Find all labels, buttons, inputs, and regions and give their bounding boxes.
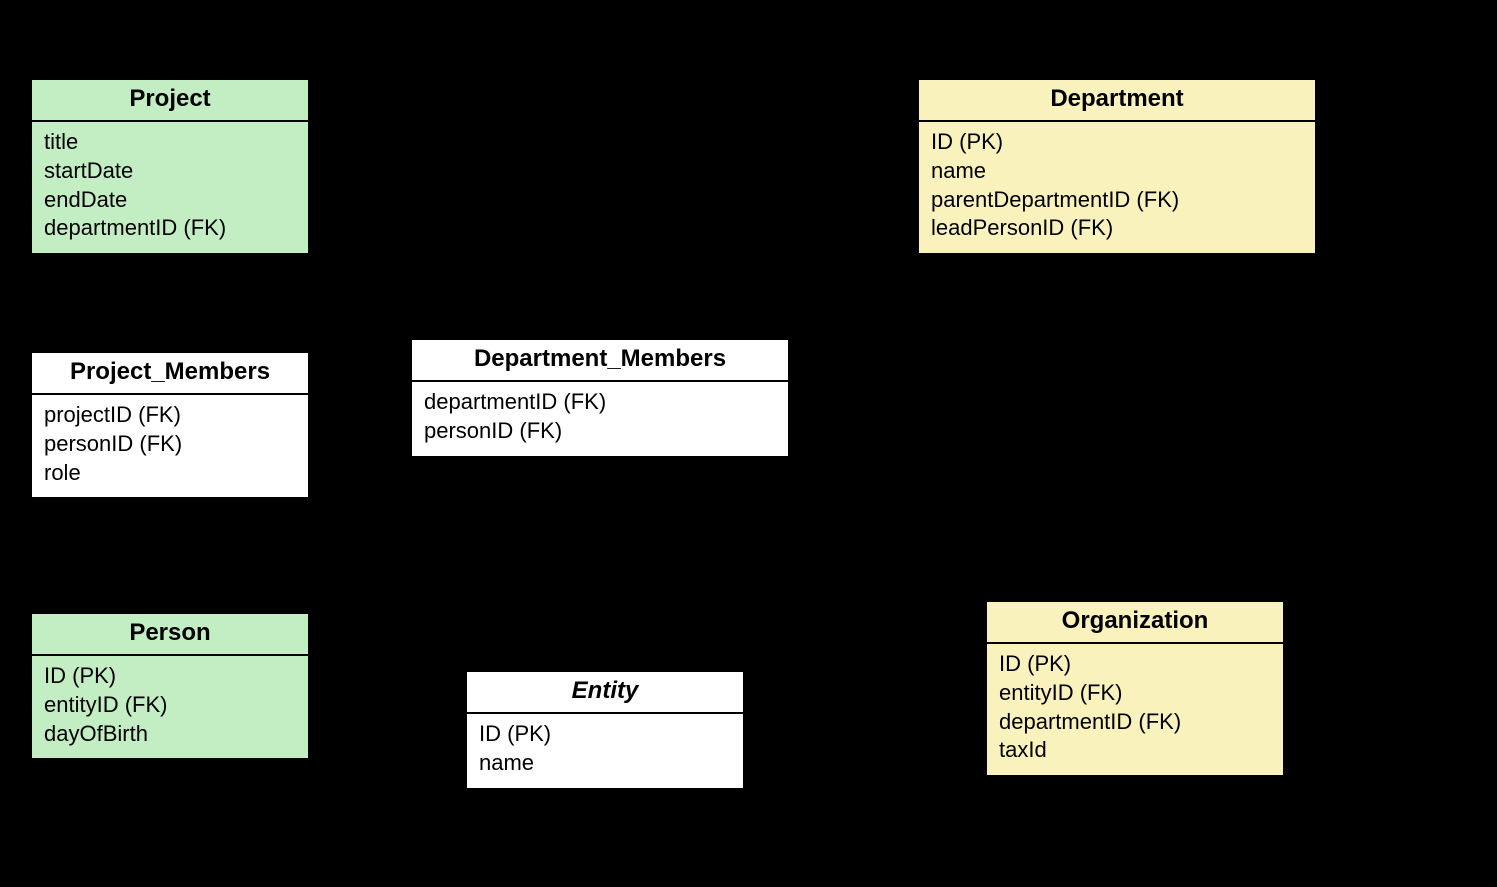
attr: name	[479, 749, 731, 778]
entity-department-title: Department	[919, 80, 1315, 122]
attr: projectID (FK)	[44, 401, 296, 430]
attr: dayOfBirth	[44, 720, 296, 749]
entity-project-members-title: Project_Members	[32, 353, 308, 395]
entity-person-title: Person	[32, 614, 308, 656]
attr: ID (PK)	[931, 128, 1303, 157]
er-diagram-canvas: Project title startDate endDate departme…	[0, 0, 1497, 887]
attr: ID (PK)	[44, 662, 296, 691]
attr: entityID (FK)	[999, 679, 1271, 708]
entity-entity-title: Entity	[467, 672, 743, 714]
entity-project-body: title startDate endDate departmentID (FK…	[32, 122, 308, 252]
attr: startDate	[44, 157, 296, 186]
entity-project-members: Project_Members projectID (FK) personID …	[30, 351, 310, 499]
attr: entityID (FK)	[44, 691, 296, 720]
entity-person: Person ID (PK) entityID (FK) dayOfBirth	[30, 612, 310, 760]
entity-project-members-body: projectID (FK) personID (FK) role	[32, 395, 308, 497]
entity-department-members-body: departmentID (FK) personID (FK)	[412, 382, 788, 455]
entity-organization-body: ID (PK) entityID (FK) departmentID (FK) …	[987, 644, 1283, 774]
entity-organization: Organization ID (PK) entityID (FK) depar…	[985, 600, 1285, 777]
attr: personID (FK)	[44, 430, 296, 459]
entity-department-members-title: Department_Members	[412, 340, 788, 382]
attr: name	[931, 157, 1303, 186]
attr: leadPersonID (FK)	[931, 214, 1303, 243]
attr: departmentID (FK)	[424, 388, 776, 417]
entity-project-title: Project	[32, 80, 308, 122]
attr: personID (FK)	[424, 417, 776, 446]
entity-organization-title: Organization	[987, 602, 1283, 644]
attr: taxId	[999, 736, 1271, 765]
entity-department: Department ID (PK) name parentDepartment…	[917, 78, 1317, 255]
entity-department-members: Department_Members departmentID (FK) per…	[410, 338, 790, 458]
attr: title	[44, 128, 296, 157]
attr: departmentID (FK)	[44, 214, 296, 243]
attr: ID (PK)	[999, 650, 1271, 679]
attr: role	[44, 459, 296, 488]
entity-department-body: ID (PK) name parentDepartmentID (FK) lea…	[919, 122, 1315, 252]
entity-entity-body: ID (PK) name	[467, 714, 743, 787]
attr: endDate	[44, 186, 296, 215]
attr: departmentID (FK)	[999, 708, 1271, 737]
attr: ID (PK)	[479, 720, 731, 749]
attr: parentDepartmentID (FK)	[931, 186, 1303, 215]
entity-project: Project title startDate endDate departme…	[30, 78, 310, 255]
entity-person-body: ID (PK) entityID (FK) dayOfBirth	[32, 656, 308, 758]
entity-entity: Entity ID (PK) name	[465, 670, 745, 790]
